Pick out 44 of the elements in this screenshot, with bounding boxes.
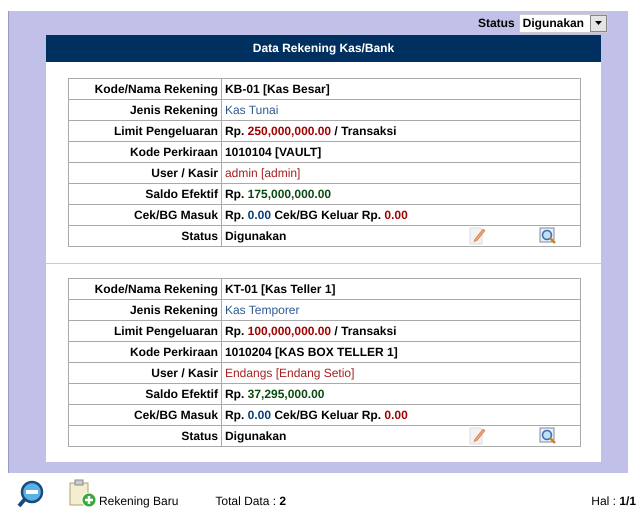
page-indicator: Hal : 1/1: [591, 494, 636, 508]
field-label: Jenis Rekening: [68, 100, 222, 120]
field-value: Rp. 100,000,000.00 / Transaksi: [225, 324, 396, 338]
field-label: Status: [68, 226, 222, 246]
field-value: 1010204 [KAS BOX TELLER 1]: [225, 345, 398, 359]
field-value: Rp. 0.00 Cek/BG Keluar Rp. 0.00: [225, 208, 408, 222]
field-label: Limit Pengeluaran: [68, 120, 222, 142]
edit-icon[interactable]: [469, 227, 486, 245]
field-label: Cek/BG Masuk: [68, 204, 222, 226]
total-count: Total Data : 2: [215, 494, 286, 508]
status-select[interactable]: Digunakan: [518, 14, 608, 32]
field-value: Rp. 175,000,000.00: [225, 187, 332, 201]
field-label: User / Kasir: [68, 362, 222, 384]
field-value: 1010104 [VAULT]: [225, 145, 322, 159]
edit-icon[interactable]: [469, 427, 486, 445]
panel-title: Data Rekening Kas/Bank: [46, 35, 601, 62]
new-account-button[interactable]: Rekening Baru: [68, 479, 178, 508]
field-label: User / Kasir: [68, 162, 222, 184]
search-icon[interactable]: [539, 427, 556, 444]
filter-label: Status: [478, 16, 515, 30]
field-label: Limit Pengeluaran: [68, 320, 222, 342]
field-value: Kas Temporer: [225, 303, 300, 317]
field-value: Rp. 37,295,000.00: [225, 387, 324, 401]
field-label: Kode Perkiraan: [68, 342, 222, 362]
field-value: Endangs [Endang Setio]: [225, 366, 354, 380]
field-value: admin [admin]: [225, 166, 300, 180]
field-value: KB-01 [Kas Besar]: [225, 82, 330, 96]
field-value: Digunakan: [225, 429, 286, 443]
field-value: Digunakan: [225, 229, 286, 243]
field-value: Rp. 250,000,000.00 / Transaksi: [225, 124, 396, 138]
field-label: Saldo Efektif: [68, 384, 222, 404]
field-label: Kode Perkiraan: [68, 142, 222, 162]
field-label: Saldo Efektif: [68, 184, 222, 204]
field-value: KT-01 [Kas Teller 1]: [225, 282, 336, 296]
field-label: Kode/Nama Rekening: [68, 78, 222, 100]
field-value: Rp. 0.00 Cek/BG Keluar Rp. 0.00: [225, 408, 408, 422]
field-value: Kas Tunai: [225, 103, 278, 117]
search-icon[interactable]: [539, 227, 556, 244]
field-label: Jenis Rekening: [68, 300, 222, 320]
field-label: Kode/Nama Rekening: [68, 278, 222, 300]
clipboard-add-icon[interactable]: [68, 479, 97, 508]
dropdown-arrow-icon[interactable]: [594, 20, 603, 26]
field-label: Status: [68, 426, 222, 446]
field-label: Cek/BG Masuk: [68, 404, 222, 426]
